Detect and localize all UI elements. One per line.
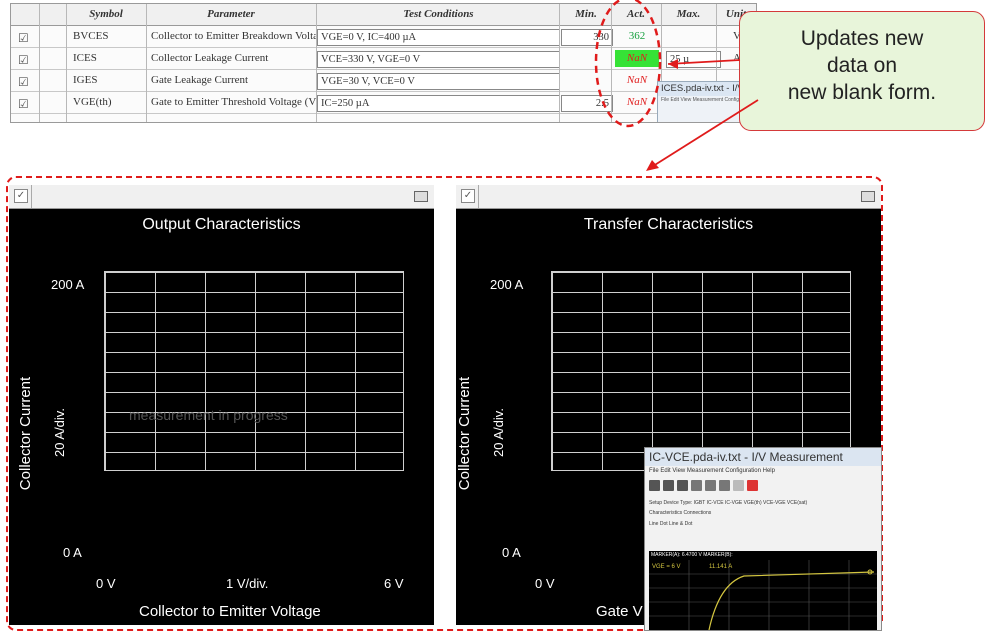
table-row[interactable]: ☑ BVCES Collector to Emitter Breakdown V… (11, 26, 756, 48)
row-symbol: BVCES (73, 30, 109, 42)
toolbar-separator (478, 185, 479, 208)
trace-value: 11.141 A (709, 564, 732, 570)
column-divider (39, 4, 40, 122)
act-value: NaN (626, 74, 648, 86)
callout-line-3: new blank form. (787, 81, 937, 104)
y-scale-label: 20 A/div. (490, 408, 506, 457)
y-scale-label: 20 A/div. (51, 408, 67, 457)
progress-watermark: measurement in progress (129, 407, 288, 423)
plot-grid (551, 271, 851, 471)
panel-arrow-head (646, 160, 659, 171)
y-axis-label: Collector Current (17, 376, 35, 491)
header-act: Act. (626, 8, 646, 20)
stop-icon[interactable] (747, 480, 758, 491)
toolbar-separator (31, 185, 32, 208)
y-max-label: 200 A (490, 277, 524, 292)
header-test-conditions: Test Conditions (403, 8, 474, 20)
table-row[interactable]: ☑ ICES Collector Leakage Current VCE=330… (11, 48, 756, 70)
y-min-label: 0 A (63, 545, 82, 560)
test-conditions-field[interactable]: IC=250 µA (317, 95, 560, 112)
plot-style-options[interactable]: Line Dot Line & Dot (645, 519, 881, 530)
row-checkbox[interactable]: ☑ (18, 97, 29, 111)
row-symbol: IGES (73, 74, 98, 86)
act-value-highlighted: NaN (615, 50, 659, 67)
row-checkbox[interactable]: ☑ (18, 53, 29, 67)
panel-title: Output Characteristics (142, 216, 301, 233)
paste-icon[interactable] (719, 480, 730, 491)
callout-line-1: Updates new (800, 27, 924, 50)
column-divider (559, 4, 560, 122)
header-max: Max. (676, 8, 701, 20)
table-row[interactable]: ☑ VGE(th) Gate to Emitter Threshold Volt… (11, 92, 756, 114)
run-icon[interactable] (733, 480, 744, 491)
y-axis-label: Collector Current (456, 376, 474, 491)
callout-line-2: data on (826, 54, 898, 77)
new-icon[interactable] (649, 480, 660, 491)
column-divider (146, 4, 147, 122)
y-min-label: 0 A (502, 545, 521, 560)
x-axis-label: Collector to Emitter Voltage (139, 603, 321, 620)
graph-gridlines (649, 560, 877, 630)
row-checkbox[interactable]: ☑ (18, 75, 29, 89)
row-parameter: Collector Leakage Current (151, 52, 269, 64)
row-parameter: Collector to Emitter Breakdown Volta (151, 30, 319, 42)
row-parameter: Gate to Emitter Threshold Voltage (V (151, 96, 317, 108)
test-conditions-field[interactable]: VCE=330 V, VGE=0 V (317, 51, 560, 68)
panel-checkbox[interactable]: ✓ (461, 189, 475, 203)
export-icon[interactable] (861, 191, 875, 202)
row-checkbox[interactable]: ☑ (18, 31, 29, 45)
output-characteristics-panel: ✓ Output Characteristics 200 A 0 A 20 A/… (9, 185, 434, 625)
row-symbol: ICES (73, 52, 97, 64)
x-min-label: 0 V (96, 576, 116, 591)
window-menu-bar[interactable]: File Edit View Measurement Configuration… (645, 466, 881, 476)
panel-toolbar: ✓ (9, 185, 434, 209)
cut-icon[interactable] (691, 480, 702, 491)
open-icon[interactable] (663, 480, 674, 491)
trace-label: VGE = 6 V (652, 564, 681, 570)
update-callout: Updates new data on new blank form. (739, 11, 985, 131)
panel-checkbox[interactable]: ✓ (14, 189, 28, 203)
row-parameter: Gate Leakage Current (151, 74, 249, 86)
y-max-label: 200 A (51, 277, 85, 292)
x-scale-label: 1 V/div. (226, 576, 269, 591)
act-value: NaN (626, 96, 648, 108)
iv-measurement-window[interactable]: IC-VCE.pda-iv.txt - I/V Measurement File… (644, 447, 882, 631)
header-min: Min. (575, 8, 597, 20)
x-min-label: 0 V (535, 576, 555, 591)
panel-toolbar: ✓ (456, 185, 881, 209)
max-field[interactable]: 25 µ (666, 51, 721, 68)
min-field[interactable]: 2.5 (561, 95, 613, 112)
min-field[interactable]: 330 (561, 29, 613, 46)
row-symbol: VGE(th) (73, 96, 112, 108)
test-results-table: Symbol Parameter Test Conditions Min. Ac… (10, 3, 757, 123)
x-axis-label: Gate V (596, 603, 643, 620)
header-symbol: Symbol (89, 8, 123, 20)
column-divider (611, 4, 612, 122)
export-icon[interactable] (414, 191, 428, 202)
header-parameter: Parameter (207, 8, 255, 20)
save-icon[interactable] (677, 480, 688, 491)
marker-info: MARKER(A): 6.4700 V MARKER(B): (649, 551, 877, 560)
setup-row[interactable]: Setup Device Type: IGBT IC-VCE IC-VGE VG… (645, 498, 881, 508)
x-max-label: 6 V (384, 576, 404, 591)
test-conditions-field[interactable]: VGE=0 V, IC=400 µA (317, 29, 560, 46)
table-row[interactable]: ☑ IGES Gate Leakage Current VGE=30 V, VC… (11, 70, 756, 92)
column-divider (66, 4, 67, 122)
test-conditions-field[interactable]: VGE=30 V, VCE=0 V (317, 73, 560, 90)
mini-iv-graph: VGE = 6 V 11.141 A (649, 560, 877, 630)
window-toolbar (649, 478, 877, 496)
table-header: Symbol Parameter Test Conditions Min. Ac… (11, 4, 756, 26)
window-title: IC-VCE.pda-iv.txt - I/V Measurement (645, 448, 881, 466)
iv-curve-plot: VGE = 6 V 11.141 A (649, 560, 877, 630)
panel-title: Transfer Characteristics (583, 216, 754, 233)
window-tabs[interactable]: Characteristics Connections (645, 508, 881, 519)
plot-grid (104, 271, 404, 471)
copy-icon[interactable] (705, 480, 716, 491)
column-divider (316, 4, 317, 122)
act-value: 362 (628, 30, 646, 42)
